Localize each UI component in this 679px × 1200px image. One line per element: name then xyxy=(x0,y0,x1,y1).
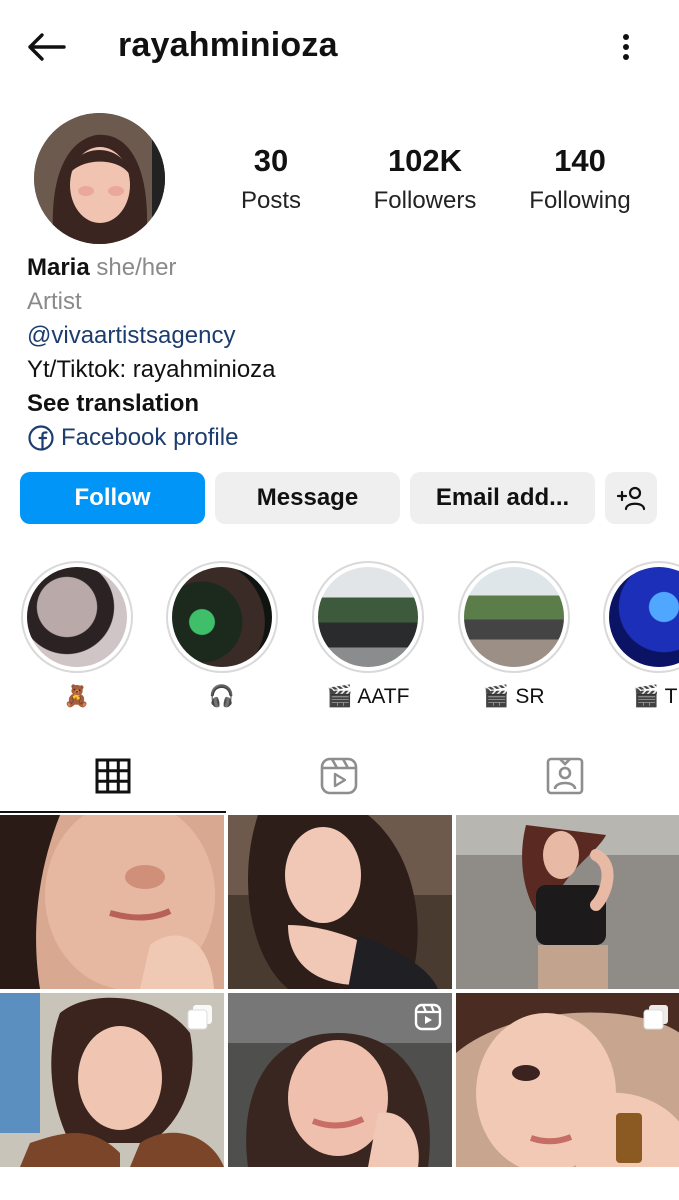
highlight-label: 🎬 SR xyxy=(483,685,545,708)
tab-tagged[interactable] xyxy=(452,738,678,814)
story-highlight[interactable]: 🧸 xyxy=(20,561,134,709)
profile-avatar[interactable] xyxy=(34,113,165,244)
top-bar: rayahminioza xyxy=(0,0,679,95)
grid-icon xyxy=(95,758,131,794)
highlight-cover-ring xyxy=(603,561,679,673)
carousel-icon xyxy=(187,1005,212,1030)
following-count: 140 xyxy=(554,143,606,178)
highlight-label: 🧸 xyxy=(63,685,91,708)
active-tab-indicator xyxy=(0,811,226,813)
reels-icon xyxy=(320,757,358,795)
name-row: Maria she/her xyxy=(27,251,276,285)
highlight-label: 🎬 T xyxy=(633,685,678,708)
highlight-cover xyxy=(609,567,679,667)
mention-link[interactable]: @vivaartistsagency xyxy=(27,319,276,353)
facebook-profile-link[interactable]: Facebook profile xyxy=(27,421,276,455)
suggest-users-button[interactable] xyxy=(605,472,657,524)
post-thumbnail[interactable] xyxy=(0,815,224,989)
highlight-cover-ring xyxy=(312,561,424,673)
story-highlight[interactable]: 🎧 xyxy=(165,561,279,709)
message-button[interactable]: Message xyxy=(215,472,400,524)
post-thumbnail[interactable] xyxy=(456,815,679,989)
back-button[interactable] xyxy=(22,26,70,68)
follow-button[interactable]: Follow xyxy=(20,472,205,524)
highlight-cover xyxy=(27,567,127,667)
carousel-icon xyxy=(643,1005,668,1030)
highlight-cover-ring xyxy=(458,561,570,673)
story-highlight[interactable]: 🎬 SR xyxy=(457,561,571,709)
profile-category: Artist xyxy=(27,288,82,315)
following-label: Following xyxy=(529,187,631,214)
more-vertical-icon xyxy=(623,34,629,60)
add-person-icon xyxy=(616,486,646,511)
stat-following[interactable]: 140 Following xyxy=(505,143,655,215)
story-highlight[interactable]: 🎬 AATF xyxy=(311,561,425,709)
profile-bio: Maria she/her Artist @vivaartistsagency … xyxy=(27,251,276,455)
profile-tabs xyxy=(0,738,679,814)
profile-username: rayahminioza xyxy=(118,26,338,64)
highlight-cover xyxy=(464,567,564,667)
arrow-left-icon xyxy=(28,33,66,61)
facebook-icon xyxy=(28,425,54,451)
post-thumbnail[interactable] xyxy=(228,993,452,1167)
post-thumbnail[interactable] xyxy=(228,815,452,989)
email-button[interactable]: Email add... xyxy=(410,472,595,524)
post-thumbnail[interactable] xyxy=(456,993,679,1167)
tab-posts[interactable] xyxy=(0,738,226,814)
facebook-profile-label: Facebook profile xyxy=(61,424,239,451)
followers-count: 102K xyxy=(387,143,463,178)
highlight-cover xyxy=(172,567,272,667)
highlight-cover-ring xyxy=(166,561,278,673)
pronouns: she/her xyxy=(96,254,177,281)
tagged-person-icon xyxy=(546,757,584,795)
more-options-button[interactable] xyxy=(606,26,646,68)
reel-icon xyxy=(414,1003,442,1031)
followers-label: Followers xyxy=(373,187,477,214)
post-photo xyxy=(0,815,224,989)
highlight-cover xyxy=(318,567,418,667)
stat-followers[interactable]: 102K Followers xyxy=(350,143,500,215)
highlight-label: 🎧 xyxy=(208,685,236,708)
post-thumbnail[interactable] xyxy=(0,993,224,1167)
tab-reels[interactable] xyxy=(226,738,452,814)
see-translation-link[interactable]: See translation xyxy=(27,387,276,421)
story-highlight[interactable]: 🎬 T xyxy=(603,561,679,709)
post-photo xyxy=(228,815,452,989)
highlight-label: 🎬 AATF xyxy=(326,685,410,708)
post-photo xyxy=(456,815,679,989)
posts-label: Posts xyxy=(240,187,302,214)
highlight-cover-ring xyxy=(21,561,133,673)
display-name: Maria xyxy=(27,254,90,281)
posts-count: 30 xyxy=(253,143,289,178)
avatar-photo xyxy=(34,113,165,244)
stat-posts[interactable]: 30 Posts xyxy=(196,143,346,215)
bio-text: Yt/Tiktok: rayahminioza xyxy=(27,356,276,383)
